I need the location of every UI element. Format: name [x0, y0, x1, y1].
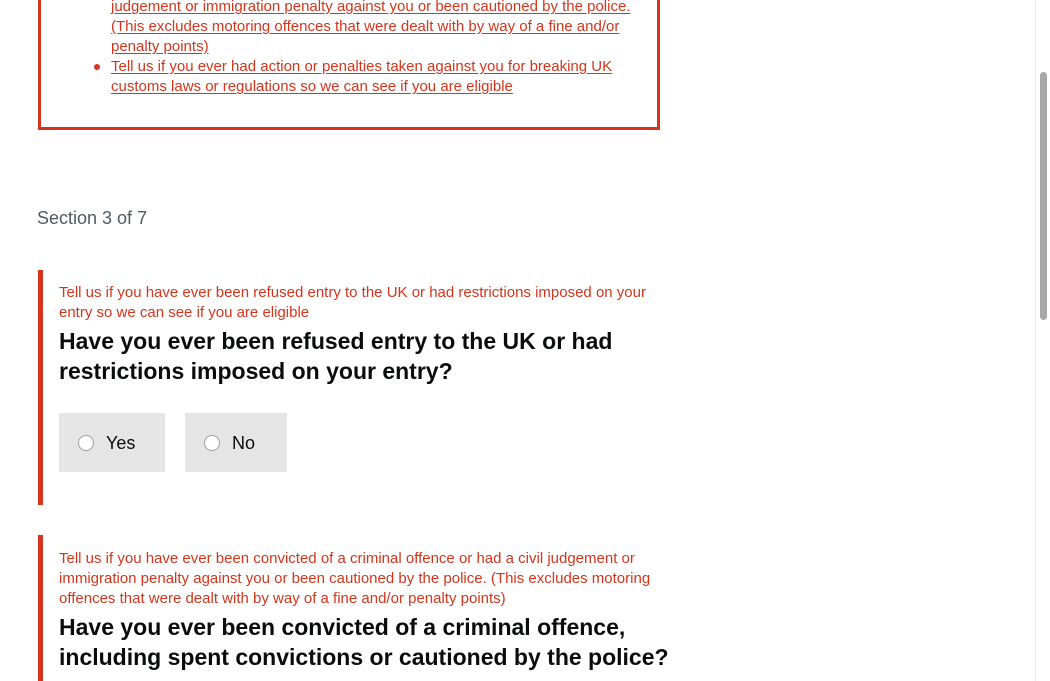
error-link-customs-penalties[interactable]: Tell us if you ever had action or penalt… [111, 58, 612, 95]
question-criminal-conviction: Have you ever been convicted of a crimin… [59, 614, 669, 670]
error-summary: Tell us if you have ever been convicted … [38, 0, 660, 130]
section-caption: Section 3 of 7 [37, 208, 148, 228]
radio-button-yes[interactable] [78, 434, 94, 451]
error-summary-list: Tell us if you have ever been convicted … [94, 0, 641, 97]
radio-option-no[interactable]: No [185, 413, 287, 472]
error-link-criminal-offence[interactable]: Tell us if you have ever been convicted … [111, 0, 631, 55]
radio-option-yes[interactable]: Yes [59, 413, 165, 472]
question-refused-entry: Have you ever been refused entry to the … [59, 328, 613, 384]
error-message-refused-entry: Tell us if you have ever been refused en… [59, 284, 646, 321]
question-refused-entry-group: Tell us if you have ever been refused en… [38, 270, 673, 505]
page-content: Tell us if you have ever been convicted … [0, 0, 1035, 681]
scrollbar-thumb[interactable] [1040, 72, 1047, 320]
radio-label-yes: Yes [106, 432, 136, 453]
error-summary-item: Tell us if you ever had action or penalt… [94, 57, 641, 97]
question-criminal-conviction-group: Tell us if you have ever been convicted … [38, 535, 673, 681]
radio-button-no[interactable] [204, 434, 220, 451]
error-summary-item: Tell us if you have ever been convicted … [111, 0, 641, 57]
error-message-criminal-conviction: Tell us if you have ever been convicted … [59, 550, 651, 607]
radio-label-no: No [232, 432, 256, 453]
page-scrollbar[interactable] [1035, 0, 1050, 681]
